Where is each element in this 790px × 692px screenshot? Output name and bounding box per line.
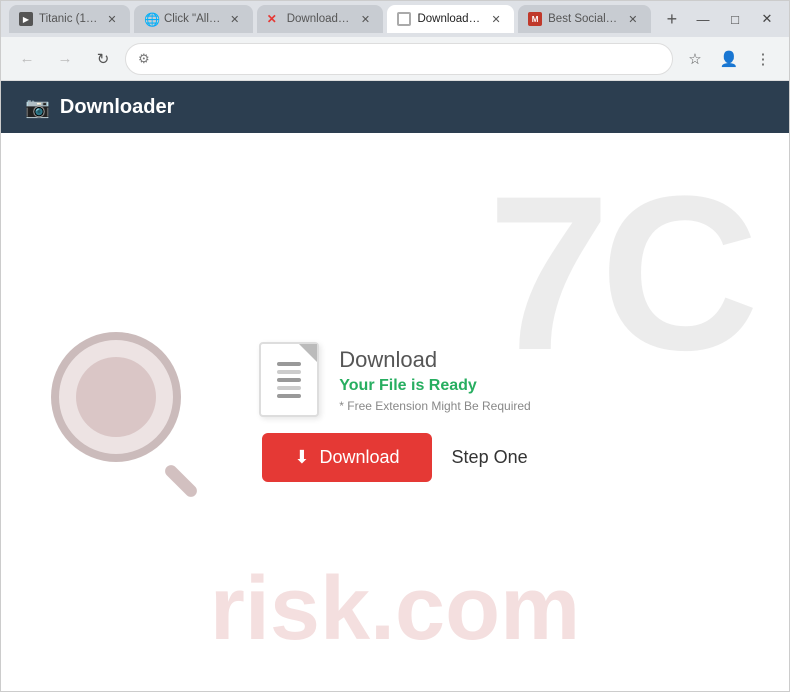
- zip-line-3: [277, 378, 301, 382]
- tab-icon-download-closed: ✕: [267, 12, 281, 26]
- tab-titanic[interactable]: ▶ Titanic (1997 ✕: [9, 5, 130, 33]
- close-button[interactable]: ✕: [753, 5, 781, 33]
- content-card: Download Your File is Ready * Free Exten…: [259, 342, 530, 482]
- back-button[interactable]: ←: [11, 43, 43, 75]
- menu-button[interactable]: ⋮: [747, 43, 779, 75]
- tab-download-closed[interactable]: ✕ Download cl... ✕: [257, 5, 384, 33]
- tab-label-download-closed: Download cl...: [287, 13, 352, 25]
- magnifier-inner: [76, 357, 156, 437]
- refresh-button[interactable]: ↻: [87, 43, 119, 75]
- tab-close-allow[interactable]: ✕: [227, 11, 243, 27]
- nav-bar: ← → ↻ ⚙ ☆ 👤 ⋮: [1, 37, 789, 81]
- file-preview-row: Download Your File is Ready * Free Exten…: [259, 342, 530, 417]
- tab-download-active[interactable]: Download R... ✕: [387, 5, 514, 33]
- browser-window: ▶ Titanic (1997 ✕ 🌐 Click "Allow" ✕ ✕ Do…: [0, 0, 790, 692]
- tab-allow[interactable]: 🌐 Click "Allow" ✕: [134, 5, 253, 33]
- download-button-label: Download: [319, 447, 399, 468]
- zip-line-4: [277, 386, 301, 390]
- zip-line-1: [277, 362, 301, 366]
- downloader-header: 📷 Downloader: [1, 81, 789, 133]
- download-button-icon: ⬇: [294, 447, 309, 468]
- new-tab-button[interactable]: +: [659, 5, 685, 33]
- tab-icon-download-active: [397, 12, 411, 26]
- tab-close-titanic[interactable]: ✕: [104, 11, 120, 27]
- tab-label-download-active: Download R...: [417, 13, 482, 25]
- zip-line-5: [277, 394, 301, 398]
- forward-button[interactable]: →: [49, 43, 81, 75]
- page-content: 📷 Downloader 7C risk.com: [1, 81, 789, 691]
- main-area: 7C risk.com: [1, 133, 789, 691]
- file-ready-text: Your File is Ready: [339, 377, 530, 395]
- nav-right-icons: ☆ 👤 ⋮: [679, 43, 779, 75]
- tab-social[interactable]: M Best Social C... ✕: [518, 5, 651, 33]
- zip-lines: [277, 362, 301, 398]
- tab-label-titanic: Titanic (1997: [39, 13, 98, 25]
- download-button[interactable]: ⬇ Download: [262, 433, 431, 482]
- window-controls: — □ ✕: [689, 5, 781, 33]
- zip-file-icon: [259, 342, 319, 417]
- file-note-text: * Free Extension Might Be Required: [339, 399, 530, 413]
- address-bar-icon: ⚙: [138, 51, 150, 67]
- maximize-button[interactable]: □: [721, 5, 749, 33]
- buttons-row: ⬇ Download Step One: [262, 433, 527, 482]
- tab-close-download-closed[interactable]: ✕: [357, 11, 373, 27]
- tab-label-social: Best Social C...: [548, 13, 619, 25]
- minimize-button[interactable]: —: [689, 5, 717, 33]
- step-one-label: Step One: [452, 447, 528, 468]
- zip-line-2: [277, 370, 301, 374]
- file-info: Download Your File is Ready * Free Exten…: [339, 347, 530, 413]
- tab-icon-allow: 🌐: [144, 12, 158, 26]
- tab-close-download-active[interactable]: ✕: [488, 11, 504, 27]
- title-bar: ▶ Titanic (1997 ✕ 🌐 Click "Allow" ✕ ✕ Do…: [1, 1, 789, 37]
- profile-button[interactable]: 👤: [713, 43, 745, 75]
- bookmark-button[interactable]: ☆: [679, 43, 711, 75]
- magnifier-graphic: [51, 332, 211, 492]
- camera-icon: 📷: [25, 95, 50, 120]
- tab-close-social[interactable]: ✕: [625, 11, 641, 27]
- tab-icon-social: M: [528, 12, 542, 26]
- magnifier-handle: [163, 463, 200, 500]
- address-bar[interactable]: ⚙: [125, 43, 673, 75]
- tab-label-allow: Click "Allow": [164, 13, 221, 25]
- downloader-title: Downloader: [60, 96, 174, 119]
- download-title: Download: [339, 347, 530, 373]
- magnifier-circle: [51, 332, 181, 462]
- tab-icon-titanic: ▶: [19, 12, 33, 26]
- watermark-risk: risk.com: [210, 558, 580, 661]
